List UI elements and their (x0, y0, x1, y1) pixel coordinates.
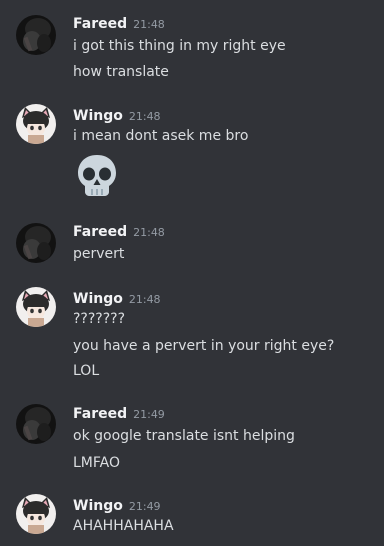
message-text: i mean dont asek me bro (73, 128, 249, 144)
avatar-wingo[interactable] (16, 494, 56, 534)
timestamp: 21:48 (128, 293, 161, 306)
username[interactable]: Fareed (73, 406, 127, 422)
avatar-wingo[interactable] (16, 287, 56, 327)
username[interactable]: Fareed (73, 16, 127, 32)
message-text: pervert (73, 246, 125, 262)
message-text: ??????? (73, 311, 126, 327)
message-header: Fareed 21:49 (73, 403, 165, 423)
message-text: AHAHHAHAHA (73, 518, 174, 534)
message-header: Wingo 21:48 (73, 288, 161, 308)
timestamp: 21:48 (133, 18, 165, 31)
username[interactable]: Wingo (73, 291, 123, 307)
timestamp: 21:48 (128, 110, 161, 123)
message-text: LOL (73, 363, 100, 379)
message-header: Wingo 21:49 (73, 495, 161, 515)
message-text: how translate (73, 64, 169, 80)
skull-emoji (73, 152, 121, 200)
avatar-fareed[interactable] (16, 15, 56, 55)
message-header: Fareed 21:48 (73, 221, 165, 241)
skull-icon (78, 155, 116, 196)
message-text: LMFAO (73, 455, 120, 471)
message-header: Fareed 21:48 (73, 13, 165, 33)
message-text: i got this thing in my right eye (73, 38, 286, 54)
message-header: Wingo 21:48 (73, 105, 161, 125)
timestamp: 21:49 (128, 500, 161, 513)
message-text: ok google translate isnt helping (73, 428, 295, 444)
avatar-fareed[interactable] (16, 223, 56, 263)
timestamp: 21:48 (133, 226, 165, 239)
avatar-fareed[interactable] (16, 404, 56, 444)
username[interactable]: Wingo (73, 498, 123, 514)
message-text: you have a pervert in your right eye? (73, 338, 335, 354)
username[interactable]: Wingo (73, 108, 123, 124)
username[interactable]: Fareed (73, 224, 127, 240)
timestamp: 21:49 (133, 408, 165, 421)
avatar-wingo[interactable] (16, 104, 56, 144)
